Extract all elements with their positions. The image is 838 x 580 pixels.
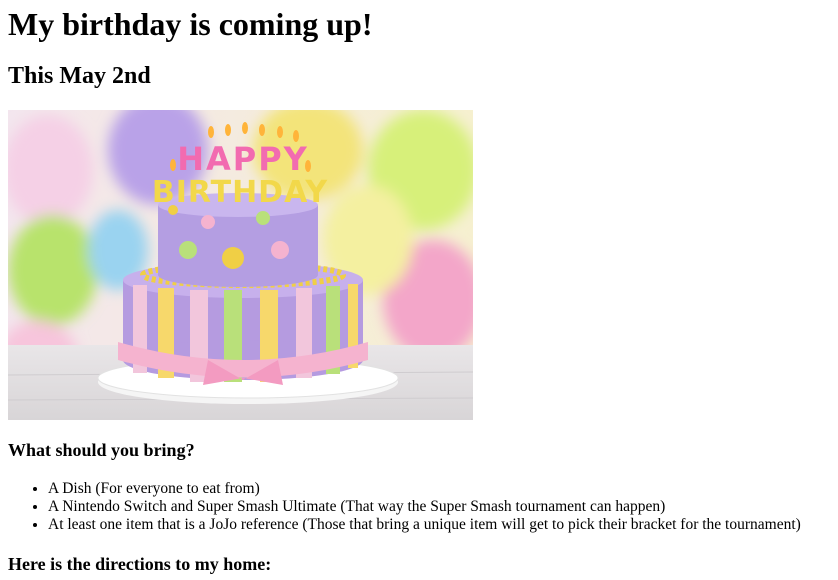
list-item: A Nintendo Switch and Super Smash Ultima… [48, 498, 801, 516]
cake-candle-text-bottom: BIRTHDAY [152, 175, 329, 210]
page-title: My birthday is coming up! [8, 6, 373, 42]
cake-candle-text-top: HAPPY [177, 140, 309, 178]
bring-heading: What should you bring? [8, 440, 195, 460]
list-item: A Dish (For everyone to eat from) [48, 480, 801, 498]
list-item: At least one item that is a JoJo referen… [48, 516, 801, 534]
bring-list: A Dish (For everyone to eat from) A Nint… [8, 480, 801, 534]
directions-heading: Here is the directions to my home: [8, 554, 272, 574]
birthday-cake-image: HAPPY BIRTHDAY [8, 110, 473, 420]
date-subtitle: This May 2nd [8, 63, 151, 89]
